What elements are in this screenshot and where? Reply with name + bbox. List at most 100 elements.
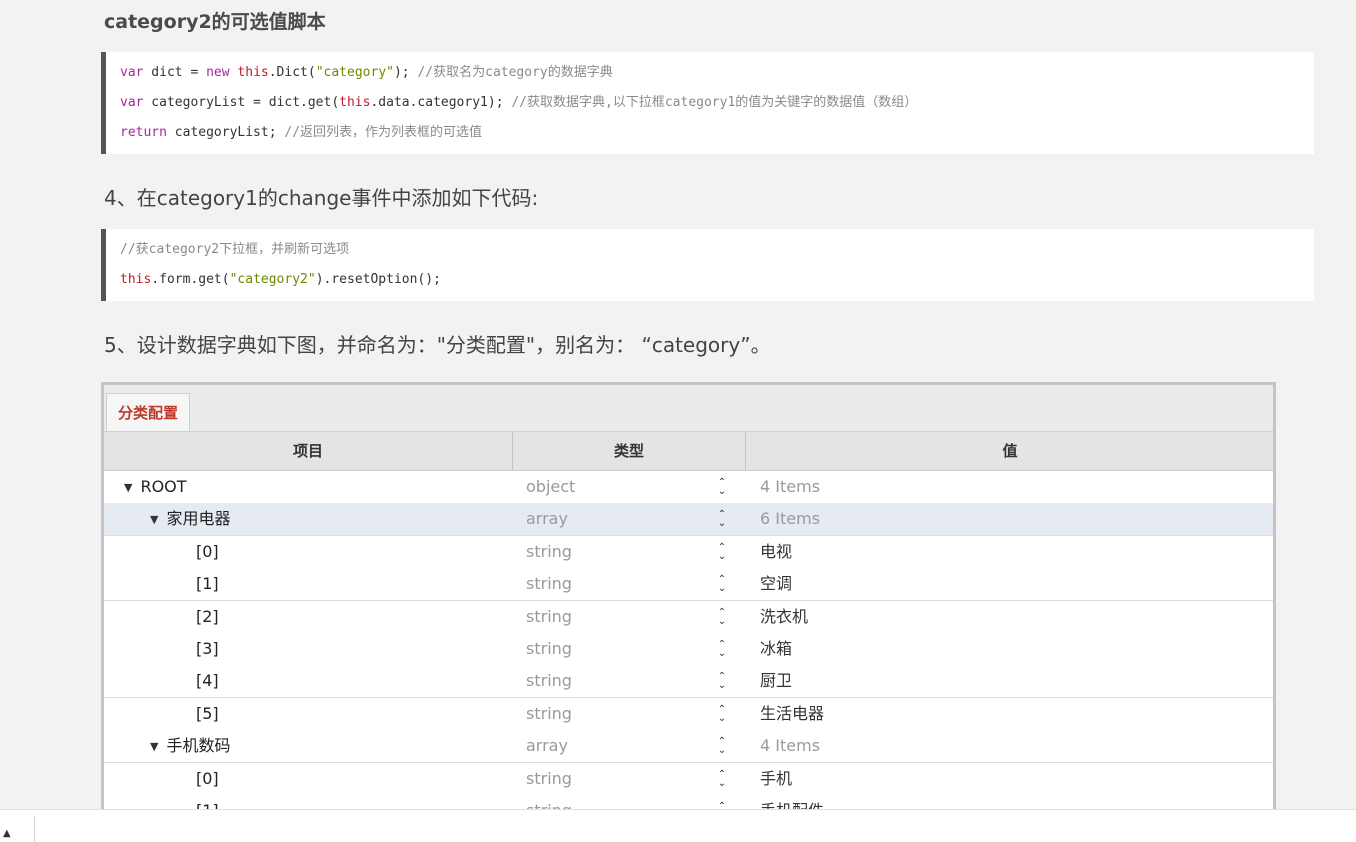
table-row[interactable]: [0] string ⌃ ⌄ 手机 xyxy=(104,762,1273,796)
item-name-label: ROOT xyxy=(140,477,187,496)
item-name-cell: ▼ ROOT xyxy=(124,471,187,504)
value-cell[interactable]: 生活电器 xyxy=(760,698,824,730)
sort-updown-icon[interactable]: ⌃⌄ xyxy=(712,510,732,529)
code-keyword: return xyxy=(120,125,167,140)
item-name-label: [4] xyxy=(196,671,219,691)
sort-updown-icon[interactable]: ⌃⌄ xyxy=(712,542,732,561)
type-cell[interactable]: array xyxy=(526,730,568,762)
sort-updown-icon[interactable]: ⌃⌄ xyxy=(712,575,732,594)
item-name-label: [2] xyxy=(196,606,219,626)
table-row[interactable]: [4] string ⌃ ⌄ 厨卫 xyxy=(104,665,1273,699)
item-name-cell: [1] xyxy=(196,795,219,809)
item-name-cell: [1] xyxy=(196,568,219,600)
value-cell[interactable]: 4 Items xyxy=(760,471,820,503)
code-text: categoryList = dict.get( xyxy=(143,95,340,110)
item-name-cell: [0] xyxy=(196,763,219,795)
code-block-change-event: //获category2下拉框，并刷新可选项 this.form.get("ca… xyxy=(101,229,1314,301)
code-text: .Dict( xyxy=(268,65,316,80)
item-name-label: 家用电器 xyxy=(166,509,231,529)
code-text: .form.get( xyxy=(151,272,230,287)
code-this: this xyxy=(339,95,371,110)
sort-updown-icon[interactable]: ⌃⌄ xyxy=(712,478,732,497)
code-line: //获category2下拉框，并刷新可选项 xyxy=(120,239,1314,269)
item-name-cell: [2] xyxy=(196,601,219,633)
code-text: ).resetOption(); xyxy=(315,272,441,287)
item-name-cell: [0] xyxy=(196,536,219,568)
code-comment: //获category2下拉框，并刷新可选项 xyxy=(120,242,350,257)
item-name-label: [1] xyxy=(196,801,219,809)
code-string: "category2" xyxy=(229,272,316,287)
value-cell[interactable]: 冰箱 xyxy=(760,633,792,665)
code-comment: //获取名为category的数据字典 xyxy=(417,65,613,80)
section-title: category2的可选值脚本 xyxy=(104,11,326,33)
tab-strip: 分类配置 xyxy=(104,385,1273,433)
code-keyword: var xyxy=(120,95,144,110)
type-cell[interactable]: string xyxy=(526,633,572,665)
caret-up-icon[interactable]: ▲ xyxy=(3,828,11,839)
table-row[interactable]: [5] string ⌃ ⌄ 生活电器 xyxy=(104,697,1273,731)
item-name-cell: ▼ 手机数码 xyxy=(150,730,230,763)
type-cell[interactable]: string xyxy=(526,795,572,809)
value-cell[interactable]: 手机 xyxy=(760,763,792,795)
table-row[interactable]: ▼ 家用电器 array ⌃ ⌄ 6 Items xyxy=(104,503,1273,537)
type-cell[interactable]: string xyxy=(526,568,572,600)
triangle-down-icon[interactable]: ▼ xyxy=(124,472,132,504)
type-cell[interactable]: array xyxy=(526,503,568,535)
code-text: ); xyxy=(393,65,418,80)
sort-updown-icon[interactable]: ⌃⌄ xyxy=(712,607,732,626)
sort-updown-icon[interactable]: ⌃⌄ xyxy=(712,802,732,810)
value-cell[interactable]: 电视 xyxy=(760,536,792,568)
type-cell[interactable]: string xyxy=(526,601,572,633)
code-keyword: new xyxy=(206,65,230,80)
sort-updown-icon[interactable]: ⌃⌄ xyxy=(712,640,732,659)
item-name-label: [0] xyxy=(196,768,219,788)
code-comment: //获取数据字典,以下拉框category1的值为关键字的数据值（数组） xyxy=(511,95,918,110)
column-header-item[interactable]: 项目 xyxy=(104,432,512,470)
sort-updown-icon[interactable]: ⌃⌄ xyxy=(712,737,732,756)
sort-updown-icon[interactable]: ⌃⌄ xyxy=(712,704,732,723)
code-keyword: var xyxy=(120,65,144,80)
table-row[interactable]: ▼ 手机数码 array ⌃ ⌄ 4 Items xyxy=(104,730,1273,764)
table-row[interactable]: [1] string ⌃⌄ 手机配件 xyxy=(104,795,1273,810)
value-cell[interactable]: 4 Items xyxy=(760,730,820,762)
code-comment: //返回列表，作为列表框的可选值 xyxy=(284,125,483,140)
item-name-cell: [5] xyxy=(196,698,219,730)
triangle-down-icon[interactable]: ▼ xyxy=(150,504,158,536)
value-cell[interactable]: 厨卫 xyxy=(760,665,792,697)
table-row[interactable]: [2] string ⌃ ⌄ 洗衣机 xyxy=(104,600,1273,634)
code-string: "category" xyxy=(315,65,394,80)
step-4-text: 4、在category1的change事件中添加如下代码: xyxy=(104,186,539,210)
item-name-label: [1] xyxy=(196,574,219,594)
tab-category-config[interactable]: 分类配置 xyxy=(106,393,190,433)
code-text: categoryList; xyxy=(166,125,285,140)
item-name-cell: [4] xyxy=(196,665,219,697)
item-name-label: 手机数码 xyxy=(166,736,231,756)
sort-updown-icon[interactable]: ⌃⌄ xyxy=(712,672,732,691)
type-cell[interactable]: string xyxy=(526,763,572,795)
item-name-cell: ▼ 家用电器 xyxy=(150,503,230,536)
code-line: var dict = new this.Dict("category"); //… xyxy=(120,62,1314,92)
value-cell[interactable]: 手机配件 xyxy=(760,795,824,809)
table-row[interactable]: [1] string ⌃ ⌄ 空调 xyxy=(104,568,1273,602)
sort-updown-icon[interactable]: ⌃⌄ xyxy=(712,769,732,788)
type-cell[interactable]: string xyxy=(526,536,572,568)
table-row[interactable]: ▼ ROOT object ⌃ ⌄ 4 Items xyxy=(104,471,1273,504)
triangle-down-icon[interactable]: ▼ xyxy=(150,731,158,763)
step-5-text: 5、设计数据字典如下图，并命名为："分类配置"，别名为： “category”。 xyxy=(104,333,771,357)
value-cell[interactable]: 6 Items xyxy=(760,503,820,535)
type-cell[interactable]: object xyxy=(526,471,575,503)
type-cell[interactable]: string xyxy=(526,665,572,697)
code-text: .data.category1); xyxy=(370,95,512,110)
code-line: var categoryList = dict.get(this.data.ca… xyxy=(120,92,1314,122)
column-header-type[interactable]: 类型 xyxy=(513,432,745,470)
type-cell[interactable]: string xyxy=(526,698,572,730)
table-row[interactable]: [0] string ⌃ ⌄ 电视 xyxy=(104,535,1273,569)
value-cell[interactable]: 空调 xyxy=(760,568,792,600)
value-cell[interactable]: 洗衣机 xyxy=(760,601,808,633)
item-name-label: [5] xyxy=(196,703,219,723)
toolbar-divider xyxy=(34,816,35,842)
code-line: this.form.get("category2").resetOption()… xyxy=(120,269,1314,299)
item-name-label: [3] xyxy=(196,639,219,658)
column-header-value[interactable]: 值 xyxy=(746,432,1273,470)
table-row[interactable]: [3] string ⌃ ⌄ 冰箱 xyxy=(104,633,1273,666)
